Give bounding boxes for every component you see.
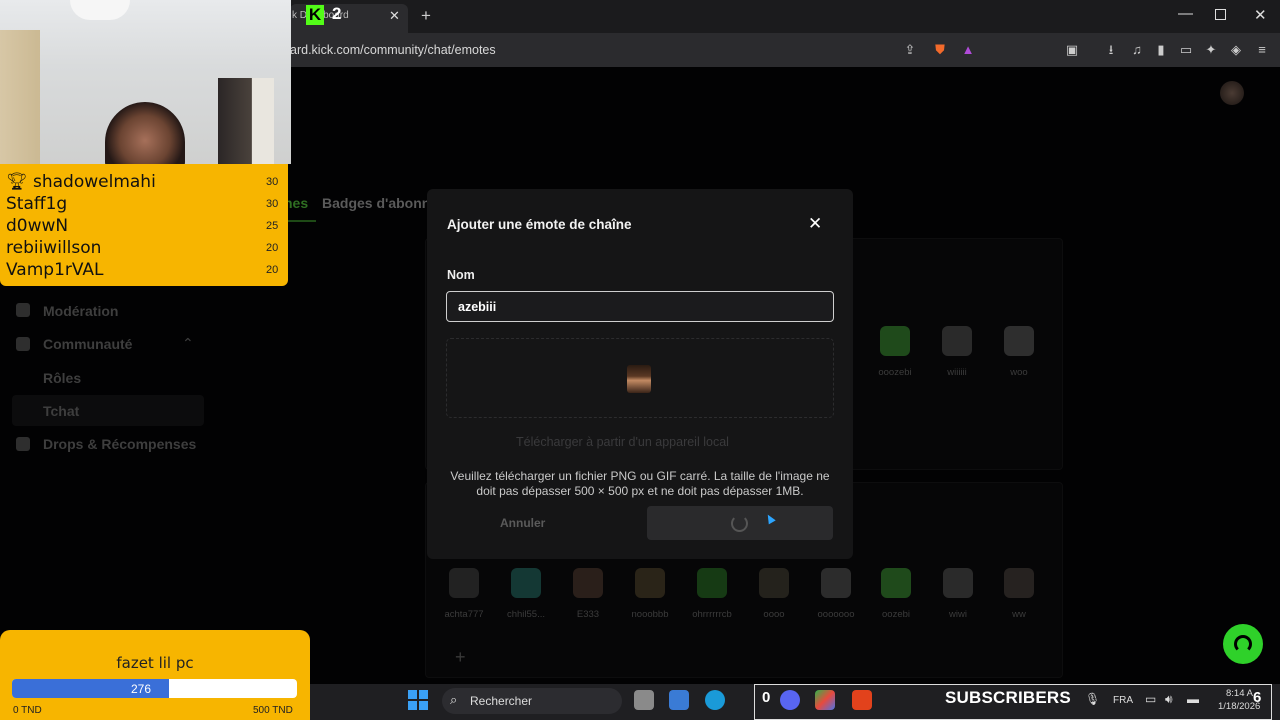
leaderboard-value: 30 [266, 198, 279, 210]
windows-start-icon[interactable] [408, 690, 428, 710]
sidebar-item-community[interactable]: Communauté [43, 336, 132, 352]
maximize-icon[interactable] [1215, 9, 1226, 20]
webcam-door [218, 78, 274, 164]
leo-ai-icon[interactable]: ✦ [1203, 42, 1219, 58]
goal-current-value: 276 [130, 682, 152, 696]
leaderboard-row: rebiiwillson [6, 238, 102, 258]
leaderboard-value: 30 [266, 176, 279, 188]
tab-subscriber-badges[interactable]: Badges d'abonn [322, 195, 430, 211]
app-icon[interactable] [669, 690, 689, 710]
emote-name-input[interactable] [446, 291, 834, 322]
upload-hint: Veuillez télécharger un fichier PNG ou G… [450, 469, 830, 498]
network-icon[interactable]: ▭ [1145, 692, 1156, 706]
goal-title: fazet lil pc [116, 654, 194, 672]
trophy-icon: 🏆︎ [6, 172, 28, 192]
goal-max-label: 500 TND [253, 705, 293, 716]
emote-item[interactable]: wiwi [938, 568, 978, 620]
webcam-wall [0, 30, 40, 164]
volume-icon[interactable]: 🔊︎ [1165, 692, 1173, 707]
emote-item[interactable]: woo [999, 326, 1039, 378]
emote-preview-image [627, 365, 651, 393]
wallet-icon[interactable]: ▭ [1178, 42, 1194, 58]
tab-close-icon[interactable]: ✕ [389, 8, 400, 24]
leaderboard-value: 20 [266, 264, 279, 276]
battery-icon[interactable]: ▬ [1187, 692, 1199, 706]
headset-icon [1234, 635, 1252, 653]
users-icon [16, 337, 30, 351]
name-label: Nom [447, 268, 475, 282]
leaderboard-value: 25 [266, 220, 279, 232]
search-label: Rechercher [470, 694, 533, 708]
cancel-button[interactable]: Annuler [500, 516, 545, 530]
emote-item[interactable]: oozebi [876, 568, 916, 620]
brave-rewards-icon[interactable]: ▲ [960, 42, 976, 58]
close-icon[interactable]: ✕ [808, 214, 822, 234]
kick-counter: 2 [332, 4, 342, 23]
sidebar-item-moderation[interactable]: Modération [43, 303, 118, 319]
chevron-up-icon[interactable]: ⌃ [182, 335, 194, 352]
sidebar-item-chat[interactable]: Tchat [43, 403, 79, 419]
modal-title: Ajouter une émote de chaîne [447, 217, 632, 232]
new-tab-icon[interactable]: + [421, 6, 431, 26]
mic-icon[interactable]: 🎙︎ [1085, 692, 1100, 706]
search-icon: ⌕ [450, 692, 458, 707]
emote-item[interactable]: E333 [568, 568, 608, 620]
emote-item[interactable]: nooobbb [630, 568, 670, 620]
sidebar-item-drops[interactable]: Drops & Récompenses [43, 436, 196, 452]
vpn-icon[interactable]: ◈ [1228, 42, 1244, 58]
gift-icon [16, 437, 30, 451]
emote-item[interactable]: oooo [754, 568, 794, 620]
emote-item[interactable]: ooooooo [816, 568, 856, 620]
emote-item[interactable]: achta777 [444, 568, 484, 620]
copilot-icon[interactable] [815, 690, 835, 710]
wrench-icon [16, 303, 30, 317]
emote-item[interactable]: ww [999, 568, 1039, 620]
minimize-icon[interactable]: — [1178, 5, 1193, 22]
leaderboard-row: Staff1g [6, 194, 68, 214]
clock-time[interactable]: 8:14 A [1226, 688, 1253, 699]
url-field[interactable]: ard.kick.com/community/chat/emotes [290, 43, 496, 57]
subs-count-left: 0 [762, 689, 771, 706]
brave-shield-icon[interactable]: ⛊ [932, 42, 948, 58]
emote-item[interactable]: ooozebi [875, 326, 915, 378]
leaderboard-row: d0wwN [6, 216, 69, 236]
webcam-person [105, 102, 185, 164]
emote-item[interactable]: wiiiiii [937, 326, 977, 378]
kick-logo-icon: K [306, 5, 324, 25]
download-icon[interactable]: ⭳ [1103, 42, 1119, 58]
avatar[interactable] [1220, 81, 1244, 105]
music-icon[interactable]: ♫ [1129, 42, 1145, 58]
sidebar-item-roles[interactable]: Rôles [43, 370, 81, 386]
webcam-overlay [0, 0, 291, 164]
reader-mode-icon[interactable]: ▣ [1064, 42, 1080, 58]
support-chat-button[interactable] [1223, 624, 1263, 664]
subs-count-right: 6 [1253, 689, 1262, 706]
loading-spinner-icon [731, 515, 748, 532]
discord-icon[interactable] [780, 690, 800, 710]
leaderboard-value: 20 [266, 242, 279, 254]
add-emote-button[interactable]: + [455, 647, 466, 668]
emote-item[interactable]: chhil55... [506, 568, 546, 620]
edge-icon[interactable] [705, 690, 725, 710]
subscribers-label: SUBSCRIBERS [945, 688, 1071, 707]
emote-item[interactable]: ohrrrrrrcb [692, 568, 732, 620]
sidebar-active-bg [12, 395, 204, 426]
goal-min-label: 0 TND [13, 705, 42, 716]
upload-local-link[interactable]: Télécharger à partir d'un appareil local [516, 435, 729, 449]
menu-icon[interactable]: ≡ [1254, 42, 1270, 58]
sidebar-icon[interactable]: ▮ [1153, 42, 1169, 58]
brave-icon[interactable] [852, 690, 872, 710]
window-close-icon[interactable]: ✕ [1254, 6, 1267, 24]
language-indicator[interactable]: FRA [1113, 695, 1133, 706]
file-explorer-icon[interactable] [634, 690, 654, 710]
leaderboard-row: 🏆︎ shadowelmahi [6, 172, 156, 192]
leaderboard-row: Vamp1rVAL [6, 260, 104, 280]
webcam-lamp [70, 0, 130, 20]
active-tab-indicator [284, 220, 316, 222]
share-icon[interactable]: ⇪ [902, 42, 918, 58]
